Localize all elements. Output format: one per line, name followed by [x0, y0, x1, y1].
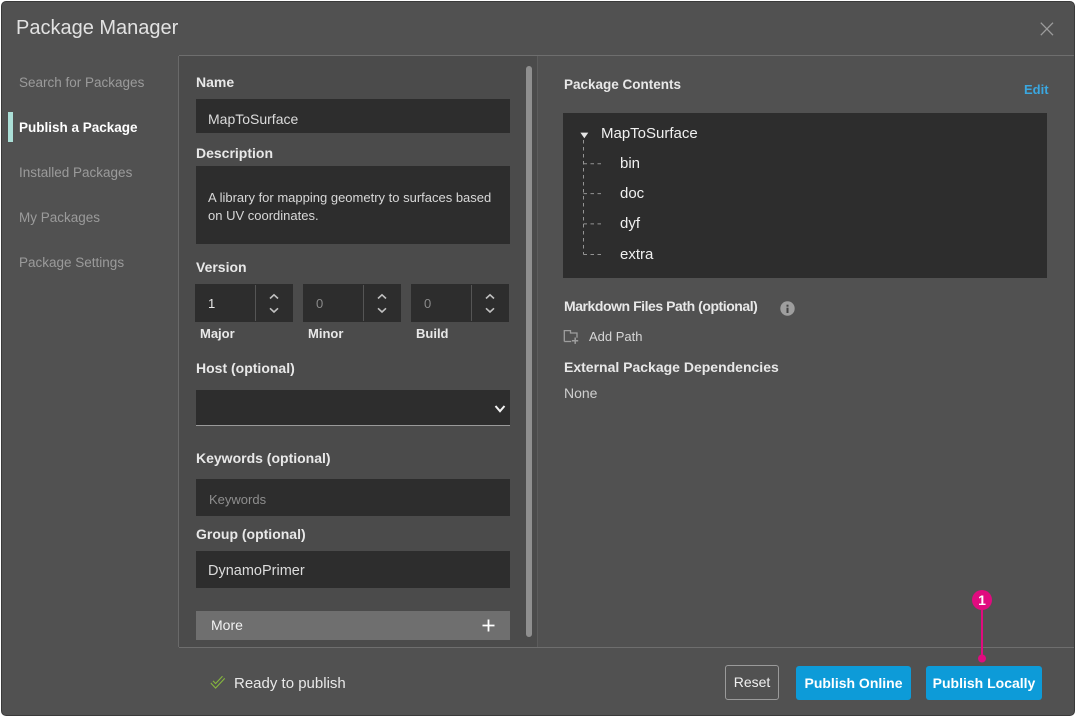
svg-text:1: 1 [978, 592, 986, 608]
